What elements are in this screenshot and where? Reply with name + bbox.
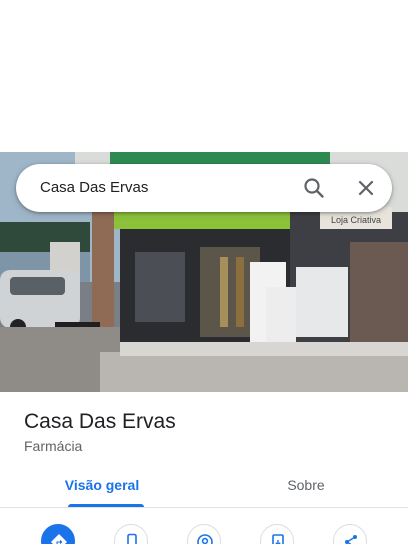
tab-indicator — [68, 504, 144, 507]
close-icon[interactable] — [354, 176, 378, 200]
action-buttons-row — [0, 520, 408, 544]
directions-icon — [51, 534, 67, 544]
save-icon — [272, 534, 284, 544]
tab-bar: Visão geral Sobre — [0, 466, 408, 508]
share-icon — [345, 535, 357, 544]
phone-icon — [127, 533, 137, 544]
blank-area — [0, 0, 408, 152]
search-bar[interactable]: Casa Das Ervas — [16, 164, 392, 212]
place-category: Farmácia — [24, 438, 83, 454]
search-input[interactable]: Casa Das Ervas — [40, 179, 148, 196]
save-button[interactable] — [260, 524, 294, 544]
tab-overview[interactable]: Visão geral — [0, 466, 204, 508]
call-button[interactable] — [114, 524, 148, 544]
location-button[interactable] — [187, 524, 221, 544]
search-icon[interactable] — [302, 176, 326, 200]
share-button[interactable] — [333, 524, 367, 544]
location-icon — [197, 534, 213, 544]
shop-sign-text: Loja Criativa — [331, 215, 381, 225]
place-title: Casa Das Ervas — [24, 410, 176, 433]
directions-button[interactable] — [41, 524, 75, 544]
tab-about[interactable]: Sobre — [204, 466, 408, 508]
